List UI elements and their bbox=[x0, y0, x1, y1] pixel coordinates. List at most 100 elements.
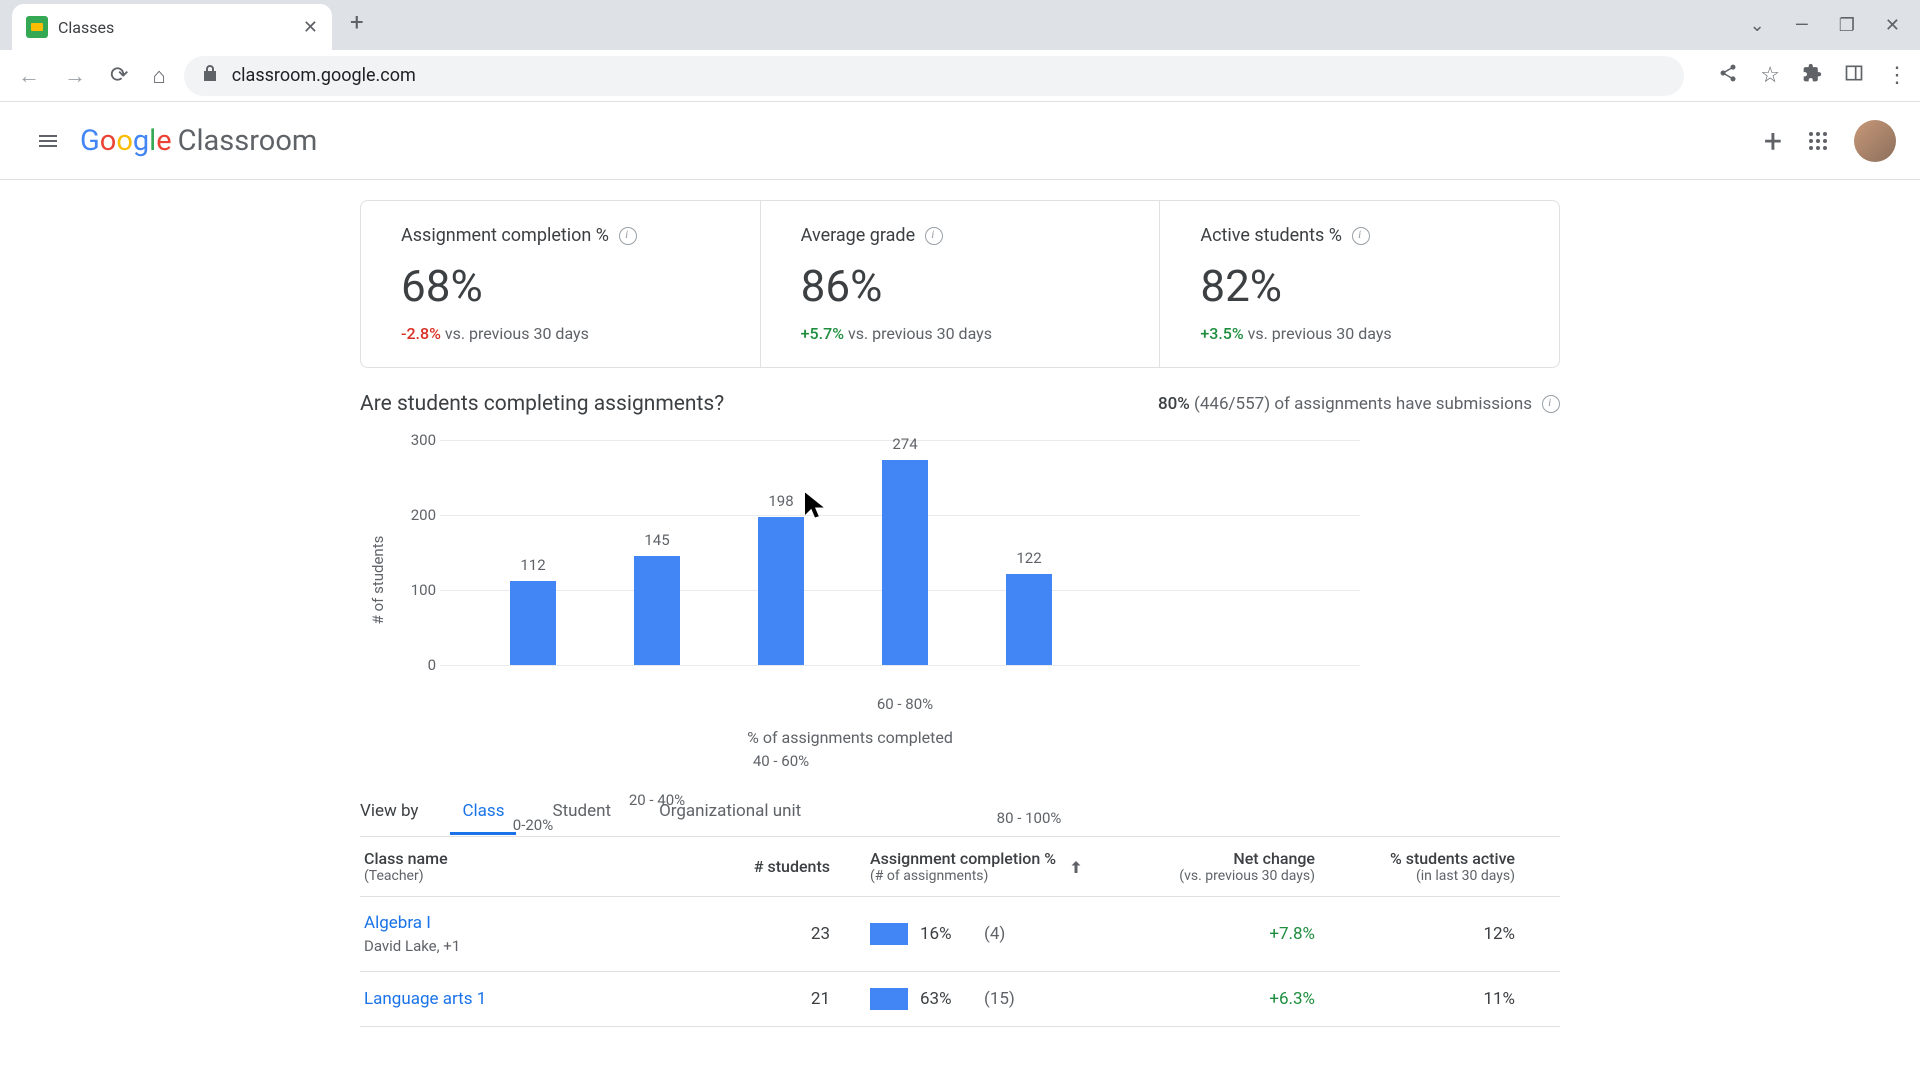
browser-tab[interactable]: Classes ✕ bbox=[12, 4, 332, 50]
stat-delta: +5.7% vs. previous 30 days bbox=[801, 324, 1120, 343]
cell-completion: 63% (15) bbox=[830, 988, 1115, 1010]
th-active[interactable]: % students active(in last 30 days) bbox=[1315, 849, 1515, 884]
sidepanel-icon[interactable] bbox=[1844, 63, 1864, 89]
cell-netchange: +6.3% bbox=[1115, 989, 1315, 1009]
y-axis-label: # of students bbox=[369, 536, 387, 625]
cell-completion: 16% (4) bbox=[830, 923, 1115, 945]
x-tick: 0-20% bbox=[513, 816, 553, 834]
stat-value: 86% bbox=[801, 260, 1120, 312]
stat-card-completion: Assignment completion % 68% -2.8% vs. pr… bbox=[361, 201, 760, 367]
x-axis-label: % of assignments completed bbox=[140, 728, 1560, 747]
forward-button[interactable]: → bbox=[58, 57, 92, 95]
bar[interactable]: 112 bbox=[510, 581, 556, 665]
bar-value-label: 112 bbox=[520, 556, 545, 574]
info-icon[interactable] bbox=[925, 227, 943, 245]
y-tick: 200 bbox=[396, 506, 436, 524]
y-tick: 300 bbox=[396, 431, 436, 449]
bar-group: 14520 - 40% bbox=[634, 556, 680, 665]
stat-card-active: Active students % 82% +3.5% vs. previous… bbox=[1159, 201, 1559, 367]
stat-title: Active students % bbox=[1200, 225, 1342, 246]
cell-active: 11% bbox=[1315, 989, 1515, 1009]
bar-group: 27460 - 80% bbox=[882, 460, 928, 666]
class-table: Class name(Teacher) # students Assignmen… bbox=[360, 836, 1560, 1027]
stat-value: 82% bbox=[1200, 260, 1519, 312]
address-bar-row: ← → ⟳ ⌂ classroom.google.com ☆ ⋮ bbox=[0, 50, 1920, 102]
cell-netchange: +7.8% bbox=[1115, 924, 1315, 944]
stat-value: 68% bbox=[401, 260, 720, 312]
x-tick: 40 - 60% bbox=[753, 752, 809, 770]
completion-bar bbox=[870, 988, 908, 1010]
bar[interactable]: 145 bbox=[634, 556, 680, 665]
table-header: Class name(Teacher) # students Assignmen… bbox=[360, 837, 1560, 897]
bar[interactable]: 122 bbox=[1006, 574, 1052, 666]
bar-group: 12280 - 100% bbox=[1006, 574, 1052, 666]
info-icon[interactable] bbox=[619, 227, 637, 245]
y-tick: 100 bbox=[396, 581, 436, 599]
hamburger-menu-button[interactable] bbox=[24, 117, 72, 165]
th-completion[interactable]: Assignment completion %(# of assignments… bbox=[830, 849, 1115, 884]
chevron-down-icon[interactable]: ⌄ bbox=[1750, 15, 1765, 36]
cell-active: 12% bbox=[1315, 924, 1515, 944]
chart: # of students 0100200300 1120-20%14520 -… bbox=[360, 440, 1560, 720]
bar-value-label: 122 bbox=[1016, 549, 1041, 567]
chart-question: Are students completing assignments? bbox=[360, 392, 724, 416]
close-tab-icon[interactable]: ✕ bbox=[303, 17, 318, 38]
restore-icon[interactable]: ❐ bbox=[1839, 15, 1855, 36]
y-tick: 0 bbox=[396, 656, 436, 674]
home-button[interactable]: ⌂ bbox=[146, 57, 171, 95]
chart-summary: 80% (446/557) of assignments have submis… bbox=[1158, 394, 1560, 414]
bar-value-label: 274 bbox=[892, 435, 917, 453]
new-tab-button[interactable]: + bbox=[350, 8, 364, 36]
th-students[interactable]: # students bbox=[710, 849, 830, 884]
bar[interactable]: 274 bbox=[882, 460, 928, 666]
table-row: Language arts 12163% (15)+6.3%11% bbox=[360, 972, 1560, 1027]
close-window-icon[interactable]: ✕ bbox=[1885, 15, 1900, 36]
gridline bbox=[440, 665, 1360, 666]
lock-icon bbox=[202, 64, 218, 87]
bar-value-label: 145 bbox=[644, 531, 669, 549]
view-by-label: View by bbox=[360, 801, 418, 821]
stat-delta: +3.5% vs. previous 30 days bbox=[1200, 324, 1519, 343]
stat-delta: -2.8% vs. previous 30 days bbox=[401, 324, 720, 343]
back-button[interactable]: ← bbox=[12, 57, 46, 95]
class-link[interactable]: Algebra I bbox=[364, 913, 710, 933]
avatar[interactable] bbox=[1854, 120, 1896, 162]
table-row: Algebra IDavid Lake, +12316% (4)+7.8%12% bbox=[360, 897, 1560, 972]
google-classroom-logo[interactable]: Google Classroom bbox=[80, 124, 317, 158]
info-icon[interactable] bbox=[1352, 227, 1370, 245]
address-bar[interactable]: classroom.google.com bbox=[184, 56, 1684, 96]
extensions-icon[interactable] bbox=[1802, 63, 1822, 89]
chart-section: Are students completing assignments? 80%… bbox=[360, 392, 1560, 747]
tab-student[interactable]: Student bbox=[548, 787, 615, 835]
favicon-icon bbox=[26, 16, 48, 38]
bar[interactable]: 198 bbox=[758, 517, 804, 666]
stat-title: Assignment completion % bbox=[401, 225, 609, 246]
create-button[interactable]: + bbox=[1764, 122, 1782, 160]
app-header: Google Classroom + bbox=[0, 102, 1920, 180]
bar-value-label: 198 bbox=[768, 492, 793, 510]
class-link[interactable]: Language arts 1 bbox=[364, 989, 710, 1009]
bar-group: 19840 - 60% bbox=[758, 517, 804, 666]
sort-arrow-up-icon bbox=[1066, 857, 1086, 877]
stat-title: Average grade bbox=[801, 225, 915, 246]
th-netchange[interactable]: Net change(vs. previous 30 days) bbox=[1115, 849, 1315, 884]
kebab-menu-icon[interactable]: ⋮ bbox=[1886, 63, 1908, 89]
tab-class[interactable]: Class bbox=[458, 787, 508, 835]
url-text: classroom.google.com bbox=[232, 65, 416, 86]
apps-grid-icon[interactable] bbox=[1806, 129, 1830, 153]
share-icon[interactable] bbox=[1718, 63, 1738, 89]
cell-students: 21 bbox=[710, 989, 830, 1009]
reload-button[interactable]: ⟳ bbox=[104, 57, 134, 94]
info-icon[interactable] bbox=[1542, 395, 1560, 413]
minimize-icon[interactable]: — bbox=[1795, 15, 1809, 36]
star-icon[interactable]: ☆ bbox=[1760, 63, 1780, 89]
stats-row: Assignment completion % 68% -2.8% vs. pr… bbox=[360, 200, 1560, 368]
x-tick: 80 - 100% bbox=[997, 809, 1062, 827]
th-class-name[interactable]: Class name(Teacher) bbox=[360, 849, 710, 884]
cell-students: 23 bbox=[710, 924, 830, 944]
bar-group: 1120-20% bbox=[510, 581, 556, 665]
tab-title: Classes bbox=[58, 18, 293, 37]
window-controls: ⌄ — ❐ ✕ bbox=[1750, 15, 1900, 36]
tab-org-unit[interactable]: Organizational unit bbox=[655, 787, 805, 835]
stat-card-grade: Average grade 86% +5.7% vs. previous 30 … bbox=[760, 201, 1160, 367]
